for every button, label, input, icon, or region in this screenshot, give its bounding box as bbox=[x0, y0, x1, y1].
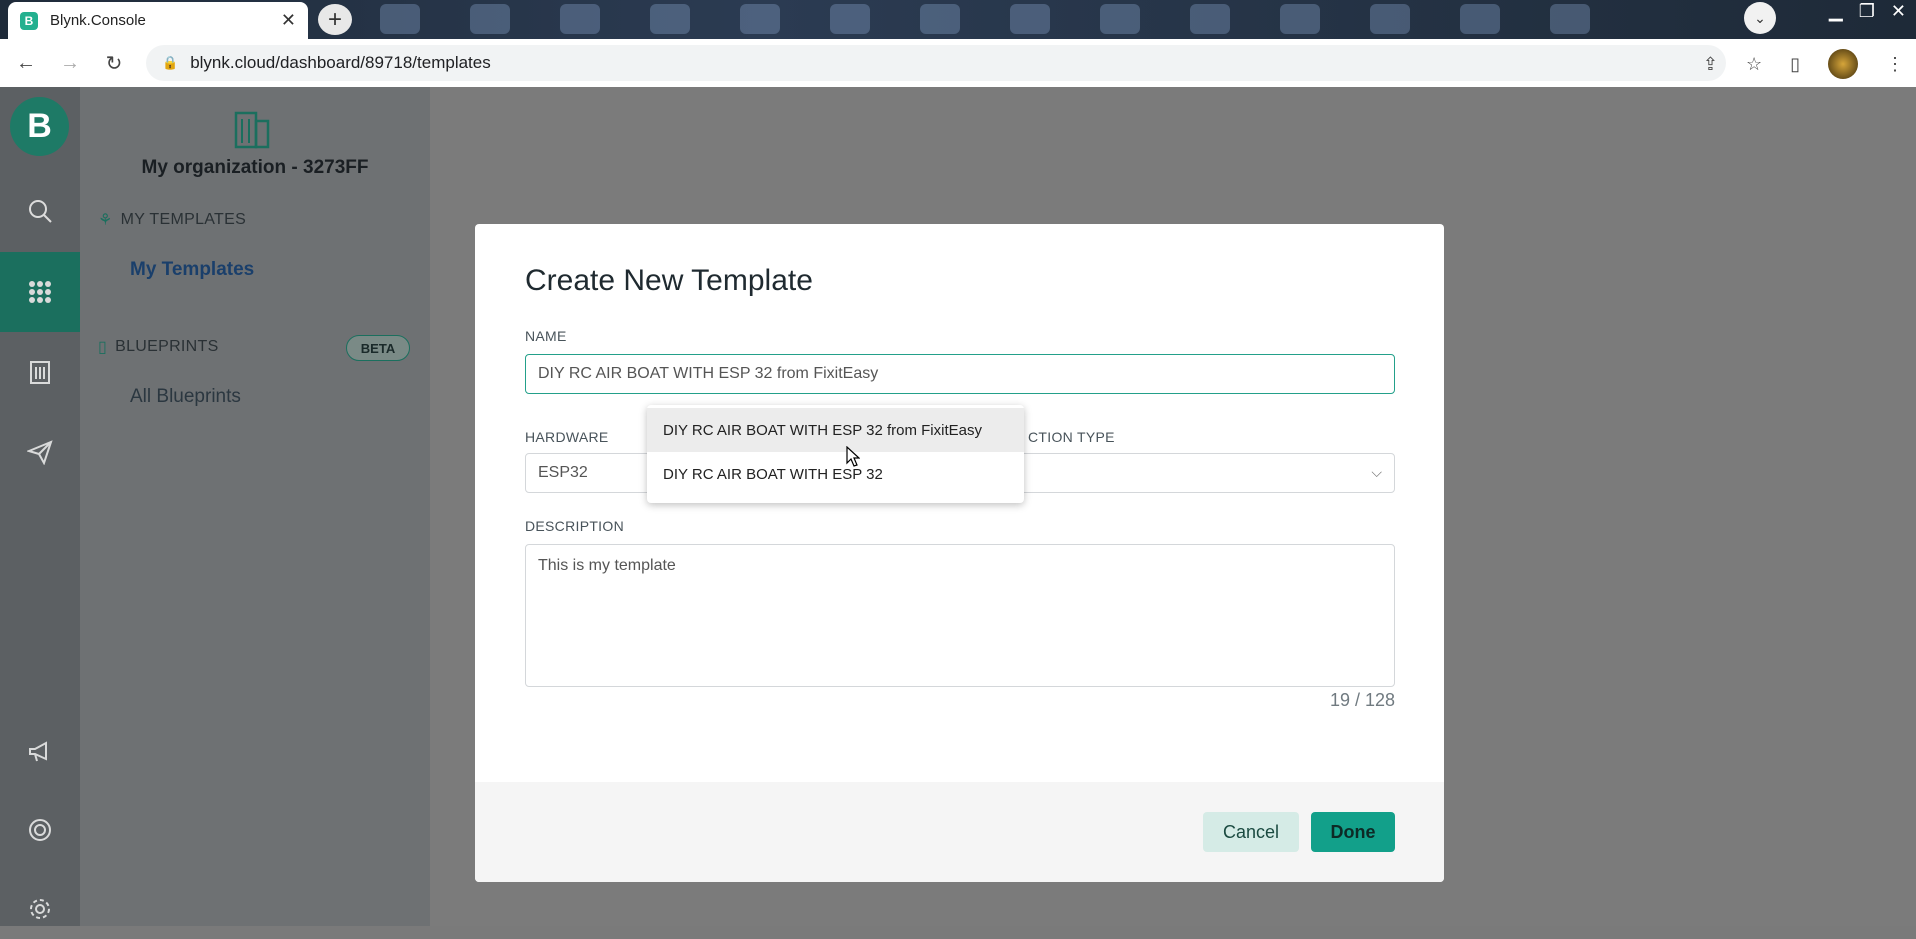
my-templates-heading-label: MY TEMPLATES bbox=[120, 211, 247, 228]
search-icon[interactable] bbox=[0, 181, 80, 241]
mouse-cursor-icon bbox=[846, 446, 860, 467]
hardware-label: HARDWARE bbox=[525, 429, 609, 445]
name-label: NAME bbox=[525, 328, 567, 344]
back-icon[interactable]: ← bbox=[8, 52, 44, 75]
template-name-input[interactable]: DIY RC AIR BOAT WITH ESP 32 from FixitEa… bbox=[525, 354, 1395, 394]
taskbar-app-icon[interactable] bbox=[560, 4, 600, 34]
taskbar-app-icon[interactable] bbox=[1010, 4, 1050, 34]
url-text: blynk.cloud/dashboard/89718/templates bbox=[190, 53, 491, 72]
megaphone-icon[interactable] bbox=[0, 722, 80, 782]
address-bar-row: ← → ↻ 🔒 blynk.cloud/dashboard/89718/temp… bbox=[0, 39, 1916, 87]
cancel-button[interactable]: Cancel bbox=[1203, 812, 1299, 852]
close-window-icon[interactable]: ✕ bbox=[1891, 1, 1906, 22]
autofill-suggestions: DIY RC AIR BOAT WITH ESP 32 from FixitEa… bbox=[647, 405, 1024, 503]
taskbar-app-icon[interactable] bbox=[380, 4, 420, 34]
lock-icon[interactable]: 🔒 bbox=[162, 55, 178, 71]
sidebar-item-my-templates[interactable]: My Templates bbox=[130, 259, 254, 281]
address-bar-actions: ⇪ ☆ ▯ ⋮ bbox=[1703, 49, 1904, 79]
apps-grid-icon[interactable] bbox=[0, 252, 80, 332]
side-panel-icon[interactable]: ▯ bbox=[1790, 54, 1800, 75]
taskbar-app-icon[interactable] bbox=[920, 4, 960, 34]
taskbar-app-icon[interactable] bbox=[1550, 4, 1590, 34]
template-name-value: DIY RC AIR BOAT WITH ESP 32 from FixitEa… bbox=[538, 365, 879, 382]
taskbar-app-icon[interactable] bbox=[740, 4, 780, 34]
sidebar-item-all-blueprints[interactable]: All Blueprints bbox=[130, 386, 241, 408]
profile-avatar[interactable] bbox=[1828, 49, 1858, 79]
share-icon[interactable]: ⇪ bbox=[1703, 54, 1718, 75]
url-field[interactable]: 🔒 blynk.cloud/dashboard/89718/templates bbox=[146, 45, 1726, 81]
hardware-value: ESP32 bbox=[538, 464, 588, 481]
autofill-option[interactable]: DIY RC AIR BOAT WITH ESP 32 bbox=[647, 452, 1024, 496]
taskbar-app-icon[interactable] bbox=[1280, 4, 1320, 34]
description-value: This is my template bbox=[538, 557, 676, 574]
blueprints-heading: ▯ BLUEPRINTS bbox=[98, 337, 219, 357]
taskbar-app-icon[interactable] bbox=[1190, 4, 1230, 34]
icon-rail: B bbox=[0, 87, 80, 926]
building-icon[interactable] bbox=[0, 342, 80, 402]
organization-building-icon bbox=[234, 111, 270, 149]
connection-type-select[interactable]: ⌵ bbox=[975, 453, 1395, 493]
dialog-title: Create New Template bbox=[525, 264, 813, 297]
taskbar-icons bbox=[380, 4, 1590, 34]
settings-icon[interactable] bbox=[0, 879, 80, 939]
chevron-down-icon: ⌵ bbox=[1371, 464, 1382, 480]
browser-tab[interactable]: B Blynk.Console ✕ bbox=[8, 2, 308, 39]
forward-icon[interactable]: → bbox=[52, 52, 88, 75]
send-icon[interactable] bbox=[0, 422, 80, 482]
beta-badge: BETA bbox=[346, 335, 410, 361]
blueprints-heading-label: BLUEPRINTS bbox=[115, 338, 219, 355]
minimize-icon[interactable]: ▁ bbox=[1829, 1, 1843, 22]
character-counter: 19 / 128 bbox=[1329, 690, 1395, 710]
bookmark-star-icon[interactable]: ☆ bbox=[1746, 54, 1762, 75]
browser-tab-strip: B Blynk.Console ✕ + ⌄ ▁ ❐ ✕ bbox=[0, 0, 1916, 39]
organization-name[interactable]: My organization - 3273FF bbox=[80, 157, 430, 179]
restore-icon[interactable]: ❐ bbox=[1859, 1, 1875, 22]
taskbar-app-icon[interactable] bbox=[1100, 4, 1140, 34]
blueprint-book-icon: ▯ bbox=[98, 339, 108, 356]
tab-title: Blynk.Console bbox=[50, 12, 146, 29]
tab-search-dropdown-icon[interactable]: ⌄ bbox=[1744, 2, 1776, 34]
templates-icon: ⚘ bbox=[98, 212, 113, 229]
help-ring-icon[interactable] bbox=[0, 800, 80, 860]
connection-type-label: CTION TYPE bbox=[1028, 429, 1115, 445]
blynk-logo[interactable]: B bbox=[10, 97, 69, 156]
description-textarea[interactable]: This is my template bbox=[525, 544, 1395, 687]
taskbar-app-icon[interactable] bbox=[1460, 4, 1500, 34]
chrome-menu-icon[interactable]: ⋮ bbox=[1886, 54, 1904, 75]
taskbar-app-icon[interactable] bbox=[470, 4, 510, 34]
sidebar: My organization - 3273FF ⚘ MY TEMPLATES … bbox=[80, 87, 430, 926]
close-tab-icon[interactable]: ✕ bbox=[281, 10, 296, 31]
reload-icon[interactable]: ↻ bbox=[96, 51, 132, 76]
new-tab-button[interactable]: + bbox=[318, 4, 352, 35]
description-label: DESCRIPTION bbox=[525, 518, 624, 534]
my-templates-heading: ⚘ MY TEMPLATES bbox=[98, 210, 246, 230]
taskbar-app-icon[interactable] bbox=[830, 4, 870, 34]
taskbar-app-icon[interactable] bbox=[650, 4, 690, 34]
autofill-option[interactable]: DIY RC AIR BOAT WITH ESP 32 from FixitEa… bbox=[647, 408, 1024, 452]
done-button[interactable]: Done bbox=[1311, 812, 1395, 852]
blynk-favicon-icon: B bbox=[20, 11, 38, 30]
taskbar-app-icon[interactable] bbox=[1370, 4, 1410, 34]
window-controls: ▁ ❐ ✕ bbox=[1829, 0, 1906, 22]
create-template-dialog: Create New Template NAME DIY RC AIR BOAT… bbox=[475, 224, 1444, 882]
